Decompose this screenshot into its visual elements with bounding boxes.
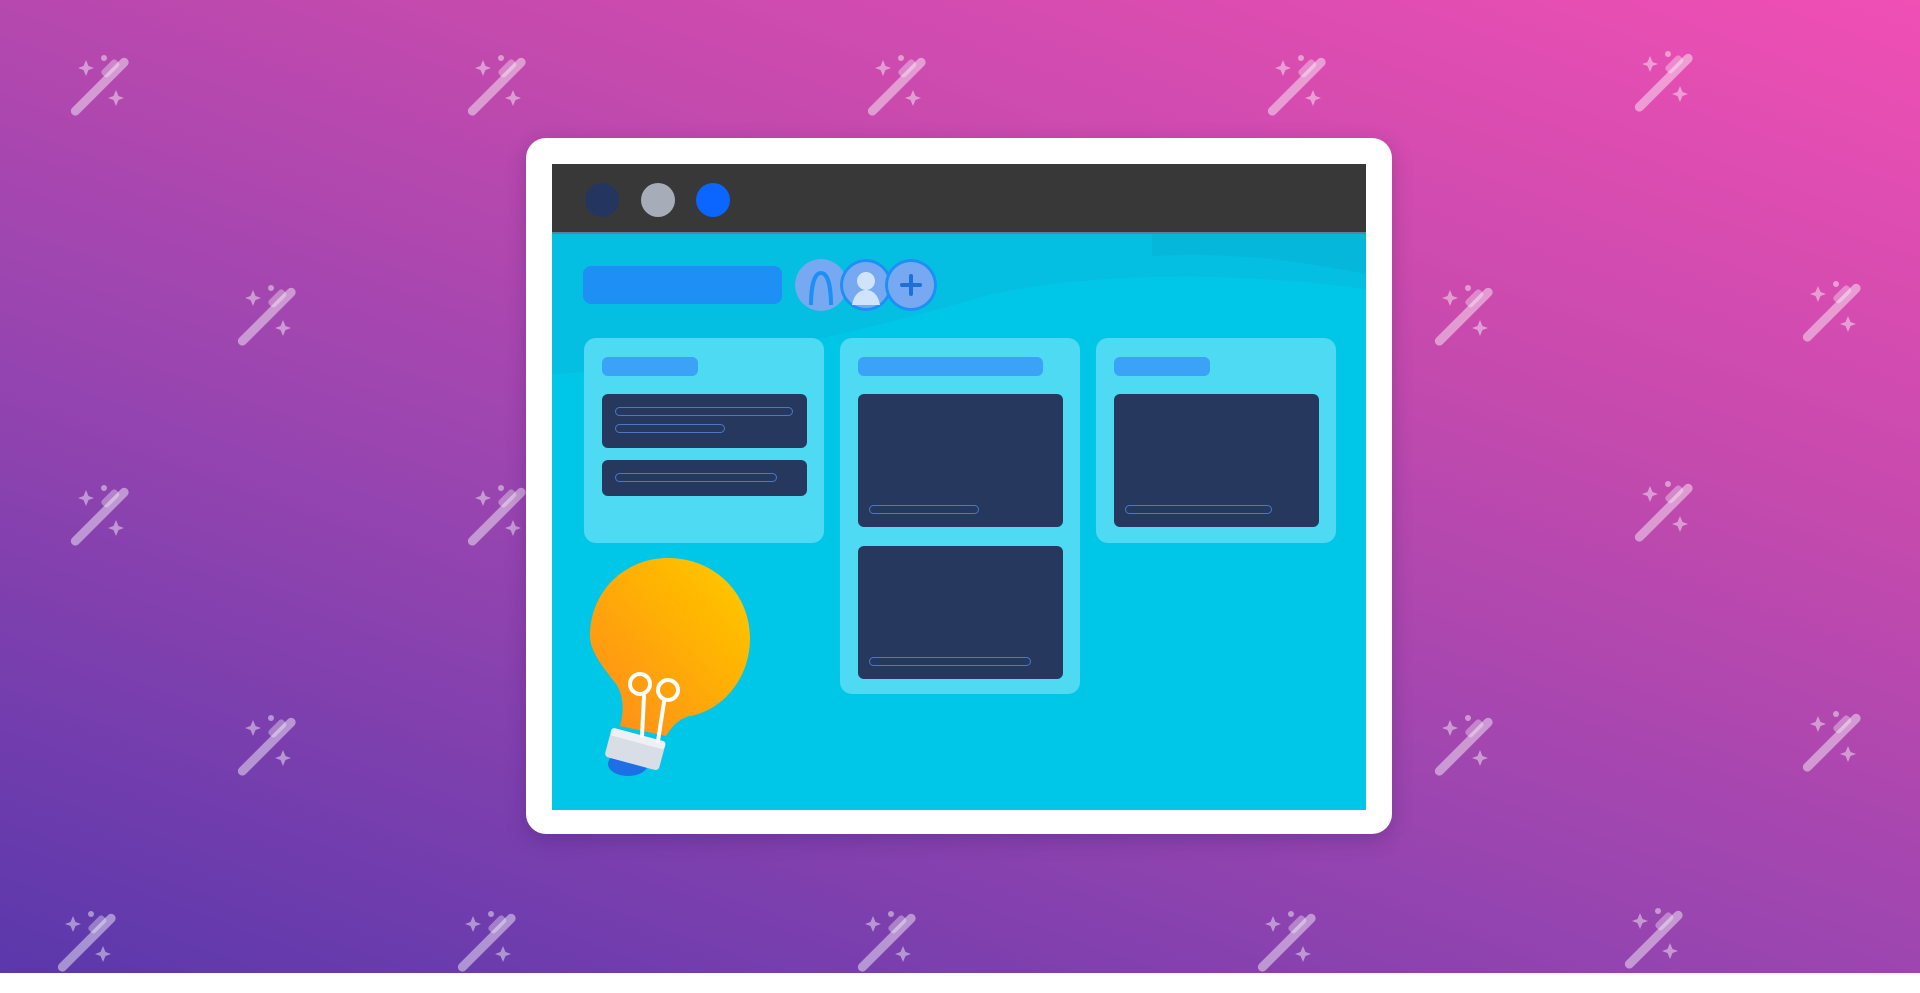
magic-wand-icon bbox=[1790, 278, 1870, 358]
card-text-line bbox=[615, 473, 777, 482]
magic-wand-icon bbox=[1422, 712, 1502, 792]
card-text-line bbox=[1125, 505, 1272, 514]
column-header[interactable] bbox=[858, 357, 1043, 376]
card-text-line bbox=[615, 424, 725, 433]
column-header[interactable] bbox=[1114, 357, 1210, 376]
magic-wand-icon bbox=[225, 712, 305, 792]
window-titlebar bbox=[552, 164, 1366, 234]
magic-wand-icon bbox=[455, 52, 535, 132]
board-column bbox=[584, 338, 824, 543]
board-title-bar[interactable] bbox=[583, 266, 782, 304]
task-card[interactable] bbox=[602, 394, 807, 448]
add-member-button[interactable] bbox=[885, 259, 937, 311]
card-text-line bbox=[869, 657, 1031, 666]
board-column bbox=[840, 338, 1080, 694]
magic-wand-icon bbox=[225, 282, 305, 362]
window-control-dot[interactable] bbox=[585, 183, 619, 217]
column-header[interactable] bbox=[602, 357, 698, 376]
browser-window bbox=[526, 138, 1392, 834]
magic-wand-icon bbox=[1245, 908, 1325, 988]
magic-wand-icon bbox=[1612, 905, 1692, 985]
magic-wand-icon bbox=[58, 52, 138, 132]
magic-wand-icon bbox=[1422, 282, 1502, 362]
task-card[interactable] bbox=[858, 546, 1063, 679]
board-canvas bbox=[552, 234, 1366, 810]
magic-wand-icon bbox=[1622, 48, 1702, 128]
card-text-line bbox=[869, 505, 979, 514]
magic-wand-icon bbox=[45, 908, 125, 988]
magic-wand-icon bbox=[445, 908, 525, 988]
task-card[interactable] bbox=[1114, 394, 1319, 527]
lightbulb-icon bbox=[590, 558, 750, 776]
task-card[interactable] bbox=[602, 460, 807, 496]
magic-wand-icon bbox=[58, 482, 138, 562]
plus-icon bbox=[885, 259, 937, 311]
window-control-dot[interactable] bbox=[641, 183, 675, 217]
magic-wand-icon bbox=[1790, 708, 1870, 788]
magic-wand-icon bbox=[845, 908, 925, 988]
magic-wand-icon bbox=[855, 52, 935, 132]
magic-wand-icon bbox=[1622, 478, 1702, 558]
board-column bbox=[1096, 338, 1336, 543]
magic-wand-icon bbox=[1255, 52, 1335, 132]
card-text-line bbox=[615, 407, 793, 416]
task-card[interactable] bbox=[858, 394, 1063, 527]
magic-wand-icon bbox=[455, 482, 535, 562]
window-control-dot[interactable] bbox=[696, 183, 730, 217]
